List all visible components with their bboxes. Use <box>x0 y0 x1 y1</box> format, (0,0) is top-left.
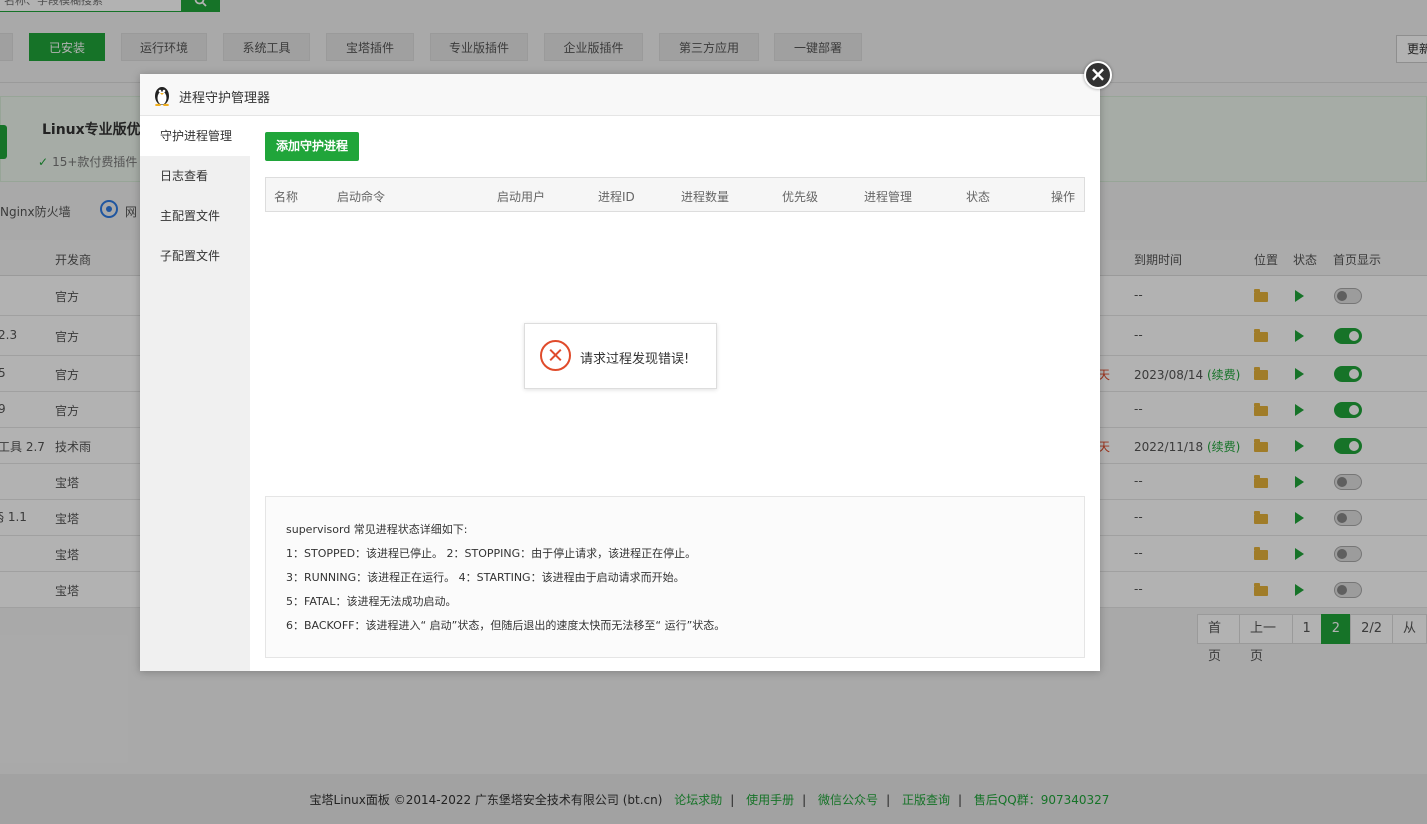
close-icon[interactable]: × <box>1084 61 1112 89</box>
col-actions: 操作 <box>1051 190 1076 204</box>
modal-content: 添加守护进程 名称 启动命令 启动用户 进程ID 进程数量 优先级 进程管理 状… <box>250 116 1100 671</box>
col-name: 名称 <box>274 190 299 204</box>
note-line: 1：STOPPED：该进程已停止。 2：STOPPING：由于停止请求，该进程正… <box>286 547 697 560</box>
col-start-user: 启动用户 <box>497 190 546 204</box>
col-priority: 优先级 <box>782 190 819 204</box>
col-status: 状态 <box>966 190 991 204</box>
note-line: 5：FATAL：该进程无法成功启动。 <box>286 595 457 608</box>
process-table-header: 名称 启动命令 启动用户 进程ID 进程数量 优先级 进程管理 状态 操作 <box>265 177 1085 212</box>
nav-log-view[interactable]: 日志查看 <box>140 156 250 196</box>
note-line: 6：BACKOFF：该进程进入“ 启动”状态，但随后退出的速度太快而无法移至“ … <box>286 619 726 632</box>
note-line: 3：RUNNING：该进程正在运行。 4：STARTING：该进程由于启动请求而… <box>286 571 685 584</box>
status-notes: supervisord 常见进程状态详细如下: 1：STOPPED：该进程已停止… <box>265 496 1085 658</box>
nav-daemon-management[interactable]: 守护进程管理 <box>140 116 250 156</box>
add-daemon-button[interactable]: 添加守护进程 <box>265 132 359 161</box>
linux-penguin-icon <box>155 87 169 106</box>
modal-header: 进程守护管理器 <box>140 74 1100 116</box>
nav-sub-config[interactable]: 子配置文件 <box>140 236 250 276</box>
modal-side-nav: 守护进程管理 日志查看 主配置文件 子配置文件 <box>140 116 250 671</box>
error-icon <box>540 340 571 371</box>
col-process-management: 进程管理 <box>864 190 913 204</box>
modal-title: 进程守护管理器 <box>179 91 271 106</box>
error-toast: 请求过程发现错误! <box>524 323 717 389</box>
col-process-id: 进程ID <box>598 190 635 204</box>
note-line: supervisord 常见进程状态详细如下: <box>286 523 468 536</box>
process-manager-modal: 进程守护管理器 × 守护进程管理 日志查看 主配置文件 子配置文件 添加守护进程… <box>140 61 1112 671</box>
col-start-command: 启动命令 <box>337 190 386 204</box>
error-message: 请求过程发现错误! <box>580 352 690 367</box>
col-process-count: 进程数量 <box>681 190 730 204</box>
nav-main-config[interactable]: 主配置文件 <box>140 196 250 236</box>
